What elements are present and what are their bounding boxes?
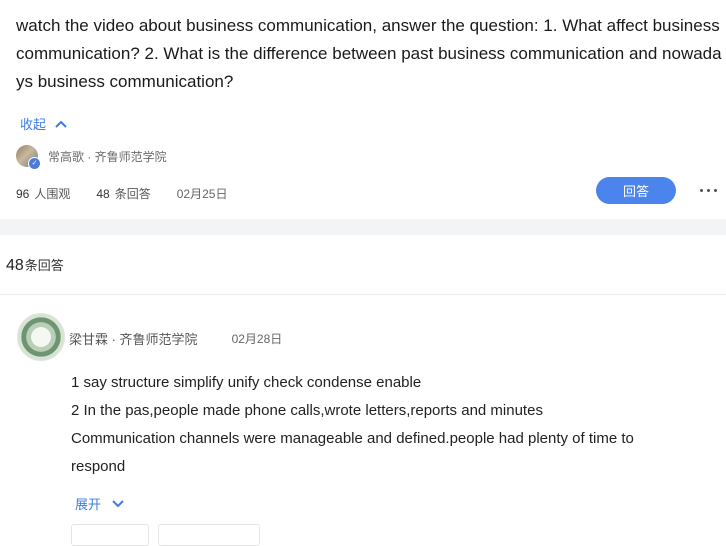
question-stats: 96 人围观 48 条回答 02月25日 <box>16 185 227 202</box>
more-dots-icon[interactable] <box>700 189 717 192</box>
answer-line: 1 say structure simplify unify check con… <box>71 374 422 391</box>
verified-badge-icon: ✓ <box>28 157 41 170</box>
expand-label: 展开 <box>75 497 102 512</box>
question-card: watch the video about business communica… <box>0 0 726 219</box>
answers-label: 条回答 <box>114 187 151 201</box>
dot <box>700 189 703 192</box>
answer-action-button[interactable] <box>158 524 260 546</box>
avatar[interactable]: ✓ <box>16 145 41 170</box>
divider <box>0 294 726 295</box>
collapse-button[interactable]: 收起 <box>20 114 68 133</box>
dot <box>707 189 710 192</box>
answer-author[interactable]: 梁甘霖 · 齐鲁师范学院 <box>69 329 198 348</box>
views-label: 人围观 <box>34 187 71 201</box>
question-author-row: ✓ 常高歌 · 齐鲁师范学院 <box>16 145 167 170</box>
expand-button[interactable]: 展开 <box>75 494 125 513</box>
views-count: 96 <box>16 186 30 201</box>
section-gap <box>0 219 726 235</box>
answers-total: 48 <box>6 257 24 274</box>
answer-action-button[interactable] <box>71 524 149 546</box>
question-text: watch the video about business communica… <box>16 16 722 91</box>
answer-button[interactable]: 回答 <box>596 177 676 204</box>
answer-line: Communication channels were manageable a… <box>71 430 634 475</box>
answers-count: 48 <box>96 186 110 201</box>
answer-meta: 梁甘霖 · 齐鲁师范学院 02月28日 <box>69 329 282 348</box>
collapse-label: 收起 <box>20 117 47 132</box>
dot <box>714 189 717 192</box>
question-author[interactable]: 常高歌 · 齐鲁师范学院 <box>48 148 167 165</box>
answer-line: 2 In the pas,people made phone calls,wro… <box>71 402 543 419</box>
avatar[interactable] <box>17 313 65 361</box>
answer-date: 02月28日 <box>231 332 283 346</box>
chevron-down-icon <box>112 499 124 507</box>
views-stat: 96 人围观 <box>16 185 70 202</box>
answers-header: 48 条回答 <box>6 255 64 275</box>
chevron-up-icon <box>55 120 67 128</box>
question-date: 02月25日 <box>176 187 228 201</box>
answers-total-label: 条回答 <box>24 258 64 273</box>
answer-body: 1 say structure simplify unify check con… <box>71 369 691 481</box>
answers-stat: 48 条回答 <box>96 185 150 202</box>
